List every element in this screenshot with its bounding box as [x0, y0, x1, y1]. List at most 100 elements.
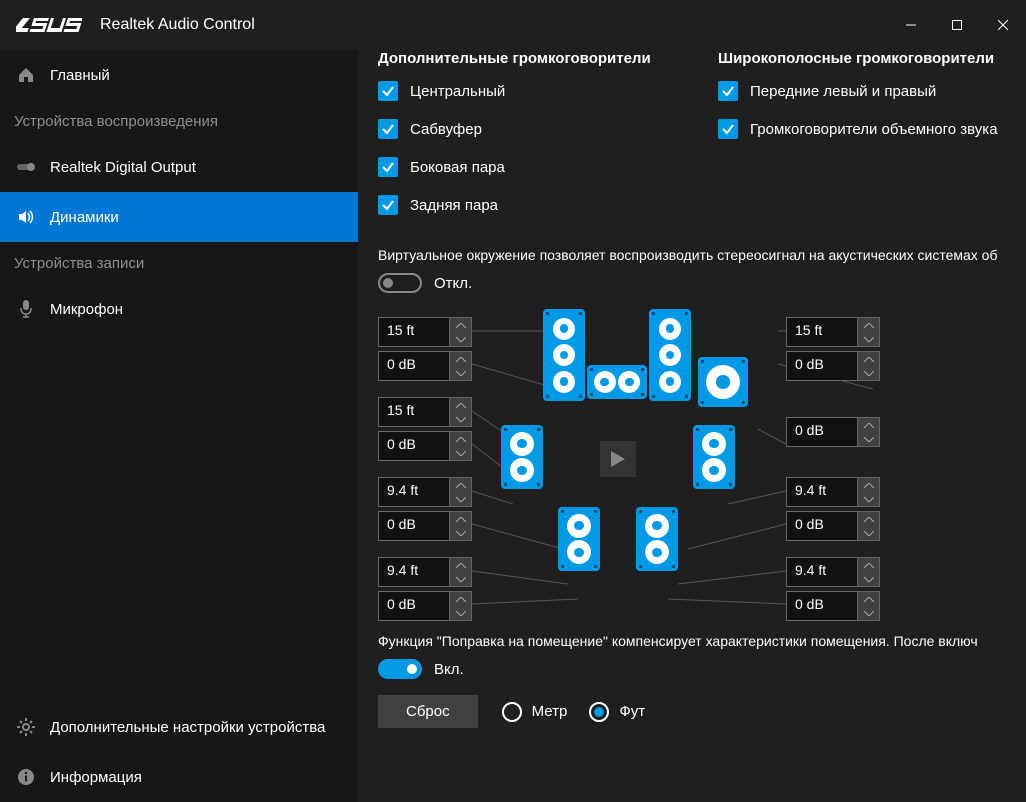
back-left-2-controls: 9.4 ft 0 dB [378, 557, 472, 625]
play-button[interactable] [600, 441, 636, 477]
sidebar-item-digital-output[interactable]: Realtek Digital Output [0, 142, 358, 192]
distance-spinner[interactable]: 9.4 ft [378, 557, 472, 587]
sidebar-item-microphone[interactable]: Микрофон [0, 284, 358, 334]
chevron-down-icon[interactable] [450, 366, 471, 380]
close-button[interactable] [980, 9, 1026, 41]
checkbox-label: Сабвуфер [410, 121, 482, 138]
sidebar-item-home[interactable]: Главный [0, 50, 358, 100]
chevron-down-icon[interactable] [450, 332, 471, 346]
checkbox-row-surround[interactable]: Громкоговорители объемного звука [718, 119, 998, 139]
checkbox-icon [378, 157, 398, 177]
speaker-back-right[interactable] [636, 507, 678, 571]
gain-spinner[interactable]: 0 dB [786, 417, 880, 447]
distance-spinner[interactable]: 9.4 ft [786, 477, 880, 507]
speaker-back-left[interactable] [558, 507, 600, 571]
checkbox-label: Громкоговорители объемного звука [750, 121, 998, 138]
sidebar-item-speakers[interactable]: Динамики [0, 192, 358, 242]
section-fullrange-title: Широкополосные громкоговорители [718, 50, 998, 67]
gain-spinner[interactable]: 0 dB [786, 511, 880, 541]
chevron-down-icon[interactable] [450, 526, 471, 540]
back-left-1-controls: 9.4 ft 0 dB [378, 477, 472, 545]
distance-spinner[interactable]: 15 ft [378, 317, 472, 347]
chevron-up-icon[interactable] [858, 352, 879, 366]
radio-label: Метр [532, 703, 568, 720]
gear-icon [14, 718, 38, 736]
chevron-down-icon[interactable] [450, 572, 471, 586]
distance-spinner[interactable]: 15 ft [786, 317, 880, 347]
radio-label: Фут [619, 703, 645, 720]
checkbox-row-subwoofer[interactable]: Сабвуфер [378, 119, 678, 139]
chevron-down-icon[interactable] [858, 332, 879, 346]
checkbox-row-side-pair[interactable]: Боковая пара [378, 157, 678, 177]
chevron-up-icon[interactable] [858, 558, 879, 572]
chevron-up-icon[interactable] [450, 352, 471, 366]
speaker-side-left[interactable] [501, 425, 543, 489]
speaker-icon [14, 209, 38, 225]
chevron-up-icon[interactable] [858, 512, 879, 526]
chevron-up-icon[interactable] [450, 318, 471, 332]
gain-spinner[interactable]: 0 dB [378, 511, 472, 541]
speaker-front-right[interactable] [649, 309, 691, 401]
info-icon [14, 768, 38, 786]
back-right-2-controls: 9.4 ft 0 dB [786, 557, 880, 625]
chevron-down-icon[interactable] [450, 606, 471, 620]
chevron-up-icon[interactable] [450, 432, 471, 446]
speaker-side-right[interactable] [693, 425, 735, 489]
maximize-button[interactable] [934, 9, 980, 41]
checkbox-row-front-lr[interactable]: Передние левый и правый [718, 81, 998, 101]
checkbox-row-rear-pair[interactable]: Задняя пара [378, 195, 678, 215]
radio-meter[interactable]: Метр [502, 702, 568, 722]
chevron-up-icon[interactable] [450, 478, 471, 492]
radio-foot[interactable]: Фут [589, 702, 645, 722]
speaker-subwoofer[interactable] [698, 357, 748, 407]
digital-output-icon [14, 161, 38, 173]
checkbox-icon [378, 119, 398, 139]
asus-logo [16, 18, 82, 32]
gain-spinner[interactable]: 0 dB [786, 351, 880, 381]
chevron-down-icon[interactable] [858, 432, 879, 446]
chevron-up-icon[interactable] [858, 418, 879, 432]
gain-spinner[interactable]: 0 dB [378, 351, 472, 381]
chevron-up-icon[interactable] [450, 512, 471, 526]
chevron-down-icon[interactable] [450, 446, 471, 460]
distance-spinner[interactable]: 9.4 ft [378, 477, 472, 507]
virtual-surround-desc: Виртуальное окружение позволяет воспроиз… [378, 247, 1026, 263]
chevron-up-icon[interactable] [858, 478, 879, 492]
chevron-down-icon[interactable] [450, 412, 471, 426]
chevron-up-icon[interactable] [858, 592, 879, 606]
sidebar-item-label: Realtek Digital Output [50, 159, 196, 176]
reset-button[interactable]: Сброс [378, 695, 478, 728]
minimize-button[interactable] [888, 9, 934, 41]
checkbox-icon [718, 119, 738, 139]
chevron-down-icon[interactable] [858, 606, 879, 620]
chevron-down-icon[interactable] [858, 572, 879, 586]
titlebar: Realtek Audio Control [0, 0, 1026, 50]
chevron-up-icon[interactable] [450, 558, 471, 572]
distance-spinner[interactable]: 15 ft [378, 397, 472, 427]
chevron-down-icon[interactable] [858, 366, 879, 380]
checkbox-icon [378, 81, 398, 101]
chevron-down-icon[interactable] [450, 492, 471, 506]
room-correction-desc: Функция "Поправка на помещение" компенси… [378, 633, 1026, 649]
distance-spinner[interactable]: 9.4 ft [786, 557, 880, 587]
sidebar-item-info[interactable]: Информация [0, 752, 358, 802]
chevron-up-icon[interactable] [450, 592, 471, 606]
sidebar-item-extra-settings[interactable]: Дополнительные настройки устройства [0, 702, 358, 752]
gain-spinner[interactable]: 0 dB [378, 591, 472, 621]
speaker-front-left[interactable] [543, 309, 585, 401]
chevron-up-icon[interactable] [450, 398, 471, 412]
room-correction-toggle[interactable] [378, 659, 422, 679]
sidebar-item-label: Информация [50, 769, 142, 786]
gain-spinner[interactable]: 0 dB [378, 431, 472, 461]
virtual-surround-toggle[interactable] [378, 273, 422, 293]
room-correction-state: Вкл. [434, 661, 464, 678]
checkbox-icon [378, 195, 398, 215]
checkbox-label: Задняя пара [410, 197, 498, 214]
chevron-down-icon[interactable] [858, 492, 879, 506]
checkbox-row-center[interactable]: Центральный [378, 81, 678, 101]
chevron-up-icon[interactable] [858, 318, 879, 332]
speaker-center[interactable] [587, 365, 647, 399]
chevron-down-icon[interactable] [858, 526, 879, 540]
gain-spinner[interactable]: 0 dB [786, 591, 880, 621]
front-right-controls: 15 ft 0 dB [786, 317, 880, 385]
